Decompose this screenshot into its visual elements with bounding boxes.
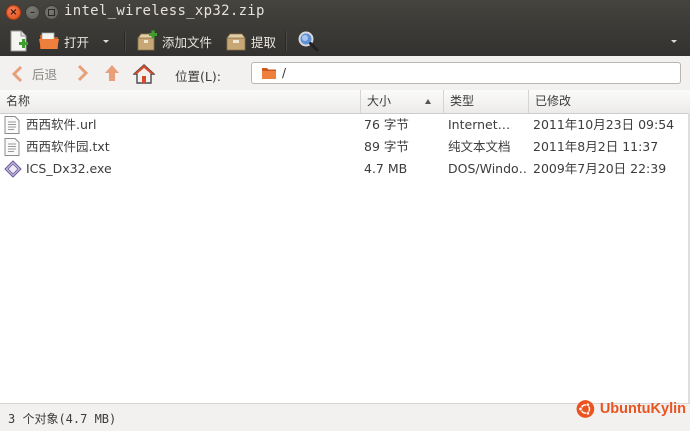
find-button[interactable] [297,30,319,52]
file-size: 89 字节 [364,139,409,154]
file-name: 西西软件.url [26,117,97,132]
column-modified-label: 已修改 [535,94,572,108]
new-archive-icon [10,30,28,52]
column-header: 名称 大小 类型 已修改 [0,90,690,114]
file-size: 4.7 MB [364,161,408,176]
ubuntu-logo-icon [576,400,595,418]
extract-button[interactable]: 提取 [225,30,276,52]
folder-icon [262,68,276,79]
file-name: 西西软件园.txt [26,139,110,154]
column-size-label: 大小 [367,94,392,108]
file-type: Internet… [448,117,511,132]
file-modified: 2011年8月2日 11:37 [533,139,659,154]
location-input[interactable] [251,62,681,84]
back-label: 后退 [32,67,58,82]
home-icon [133,64,155,84]
up-button[interactable] [103,64,121,82]
extract-icon [226,33,246,51]
location-field[interactable]: / [251,62,681,84]
back-button[interactable]: 后退 [10,64,57,83]
title-bar: × – intel_wireless_xp32.zip [0,0,690,26]
up-arrow-icon [105,65,119,81]
add-files-icon [137,30,157,51]
home-button[interactable] [133,64,155,84]
file-row[interactable]: ICS_Dx32.exe 4.7 MB DOS/Windo… 2009年7月20… [0,158,690,180]
toolbar-separator [124,31,126,51]
text-file-icon [4,116,20,134]
file-modified: 2009年7月20日 22:39 [533,161,667,176]
file-row[interactable]: 西西软件园.txt 89 字节 纯文本文档 2011年8月2日 11:37 [0,136,690,158]
back-arrow-icon [11,65,23,82]
status-text: 3 个对象(4.7 MB) [8,412,117,426]
column-name-label: 名称 [6,94,31,108]
ubuntukylin-watermark: UbuntuKylin [576,392,686,426]
toolbar-overflow-button[interactable] [669,30,679,52]
chevron-down-icon [103,40,109,43]
forward-arrow-icon [77,64,89,82]
add-files-label: 添加文件 [162,34,213,50]
executable-icon [4,160,22,178]
sort-ascending-icon [425,99,431,104]
open-dropdown-button[interactable] [101,30,111,52]
column-type-label: 类型 [450,94,475,108]
file-type: 纯文本文档 [448,139,511,154]
file-size: 76 字节 [364,117,409,132]
toolbar-separator [285,31,287,51]
minimize-window-button[interactable]: – [25,5,40,20]
file-list: 名称 大小 类型 已修改 西西软件.url 76 字节 Internet… 20… [0,90,690,403]
location-value: / [282,66,287,80]
text-file-icon [4,138,20,156]
search-icon [298,31,319,52]
file-row[interactable]: 西西软件.url 76 字节 Internet… 2011年10月23日 09:… [0,114,690,136]
extract-label: 提取 [251,34,277,50]
file-modified: 2011年10月23日 09:54 [533,117,675,132]
main-toolbar: 打开 添加文件 提取 [0,26,690,56]
file-type: DOS/Windo… [448,161,528,176]
open-label: 打开 [64,34,90,50]
forward-button[interactable] [76,64,90,82]
open-button[interactable]: 打开 [38,30,89,52]
window-title: intel_wireless_xp32.zip [64,3,265,19]
column-header-name[interactable]: 名称 [0,90,361,113]
close-window-button[interactable]: × [6,5,21,20]
brand-name: UbuntuKylin [599,401,686,417]
open-archive-icon [39,32,59,49]
location-label: 位置(L): [175,69,221,84]
new-archive-button[interactable] [9,30,29,52]
file-name: ICS_Dx32.exe [26,161,112,176]
column-header-type[interactable]: 类型 [444,90,529,113]
column-header-size[interactable]: 大小 [361,90,444,113]
column-header-modified[interactable]: 已修改 [529,90,690,113]
maximize-icon [48,9,55,16]
chevron-down-icon [671,40,677,43]
maximize-window-button[interactable] [44,5,59,20]
add-files-button[interactable]: 添加文件 [136,30,212,52]
